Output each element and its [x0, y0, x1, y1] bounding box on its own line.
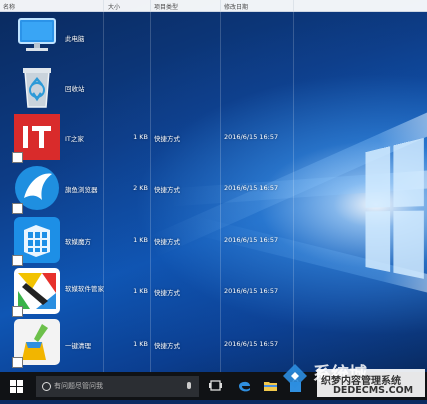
- header-separator[interactable]: [103, 0, 104, 11]
- shortcut-arrow-icon: [12, 306, 23, 317]
- file-name: 旗鱼浏览器: [65, 186, 98, 194]
- file-size: 1 KB: [133, 236, 148, 244]
- windows-start-icon[interactable]: [10, 380, 23, 393]
- file-name: 一键清理: [65, 342, 91, 350]
- file-details-view: 名称 大小 项目类型 修改日期 此电脑 回收站 IT之家 1 KB 快捷方式 2…: [0, 0, 427, 372]
- file-row-ruanmei-mofang[interactable]: 软媒魔方 1 KB 快捷方式 2016/6/15 16:57: [0, 216, 427, 266]
- shortcut-arrow-icon: [12, 255, 23, 266]
- header-separator[interactable]: [220, 0, 221, 11]
- file-date: 2016/6/15 16:57: [224, 133, 279, 141]
- file-type: 快捷方式: [154, 238, 180, 246]
- file-name: 此电脑: [65, 35, 85, 43]
- column-header-date[interactable]: 修改日期: [224, 2, 248, 11]
- watermark: 系统城 织梦内容管理系统 DEDECMS.COM: [279, 356, 427, 400]
- file-name: IT之家: [65, 135, 84, 143]
- column-header-bar: 名称 大小 项目类型 修改日期: [0, 0, 427, 12]
- edge-icon[interactable]: [237, 378, 252, 393]
- file-size: 1 KB: [133, 133, 148, 141]
- computer-icon: [12, 13, 62, 61]
- column-header-type[interactable]: 项目类型: [154, 2, 178, 11]
- file-type: 快捷方式: [154, 186, 180, 194]
- file-row-recycle-bin[interactable]: 回收站: [0, 63, 427, 113]
- file-type: 快捷方式: [154, 135, 180, 143]
- task-view-icon[interactable]: [208, 378, 223, 393]
- column-header-size[interactable]: 大小: [108, 2, 120, 11]
- file-row-sailfish-browser[interactable]: 旗鱼浏览器 2 KB 快捷方式 2016/6/15 16:57: [0, 164, 427, 214]
- search-placeholder: 有问题尽管问我: [54, 382, 103, 390]
- file-row-software-manager[interactable]: 软媒软件管家 1 KB 快捷方式 2016/6/15 16:57: [0, 267, 427, 317]
- file-name: 软媒软件管家: [65, 285, 104, 293]
- file-date: 2016/6/15 16:57: [224, 184, 279, 192]
- recycle-bin-icon: [12, 63, 62, 111]
- file-date: 2016/6/15 16:57: [224, 340, 279, 348]
- file-row-ithome[interactable]: IT之家 1 KB 快捷方式 2016/6/15 16:57: [0, 113, 427, 163]
- shortcut-arrow-icon: [12, 203, 23, 214]
- file-size: 1 KB: [133, 340, 148, 348]
- header-separator[interactable]: [150, 0, 151, 11]
- shortcut-arrow-icon: [12, 152, 23, 163]
- file-date: 2016/6/15 16:57: [224, 236, 279, 244]
- file-explorer-icon[interactable]: [263, 378, 278, 393]
- file-type: 快捷方式: [154, 289, 180, 297]
- cortana-icon: [42, 382, 51, 391]
- file-size: 2 KB: [133, 184, 148, 192]
- cortana-search-box[interactable]: 有问题尽管问我: [36, 376, 199, 397]
- file-row-this-pc[interactable]: 此电脑: [0, 13, 427, 63]
- microphone-icon[interactable]: [187, 382, 191, 389]
- file-date: 2016/6/15 16:57: [224, 287, 279, 295]
- file-type: 快捷方式: [154, 342, 180, 350]
- file-name: 软媒魔方: [65, 238, 91, 246]
- watermark-line2: DEDECMS.COM: [333, 385, 414, 396]
- header-separator[interactable]: [293, 0, 294, 11]
- shortcut-arrow-icon: [12, 357, 23, 368]
- file-size: 1 KB: [133, 287, 148, 295]
- column-header-name[interactable]: 名称: [3, 2, 15, 11]
- file-name: 回收站: [65, 85, 85, 93]
